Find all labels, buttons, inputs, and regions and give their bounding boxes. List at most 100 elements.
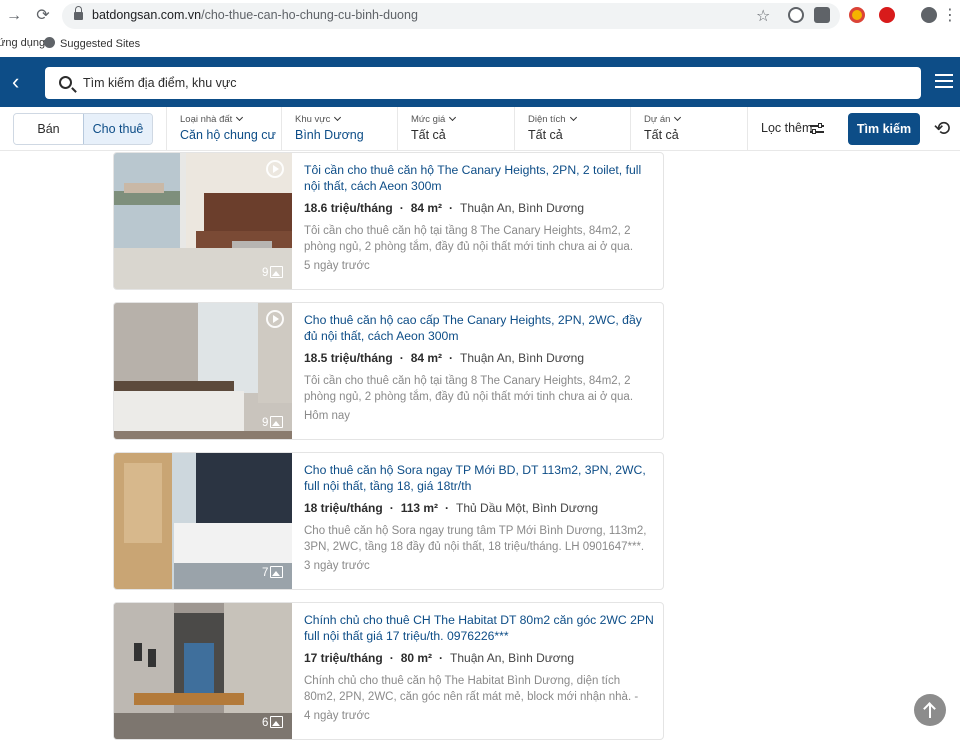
filter-value: Tất cả: [528, 128, 563, 142]
more-filters-button[interactable]: Lọc thêm: [747, 107, 835, 151]
chevron-down-icon: [449, 113, 457, 122]
listing-info: Chính chủ cho thuê CH The Habitat DT 80m…: [304, 603, 654, 739]
site-header: ‹: [0, 57, 960, 107]
filter-label: Diện tích: [528, 113, 577, 125]
photo-icon: [270, 716, 284, 728]
scroll-to-top-button[interactable]: [914, 694, 946, 726]
listing-description: Chính chủ cho thuê căn hộ The Habitat Bì…: [304, 675, 639, 703]
listing-photo[interactable]: 7: [114, 453, 292, 589]
separator-dot: ·: [449, 201, 454, 215]
transaction-type-toggle: Bán Cho thuê: [13, 113, 153, 145]
lock-icon: [74, 6, 83, 20]
listing-info: Tôi cần cho thuê căn hộ The Canary Heigh…: [304, 153, 654, 289]
more-filters-label: Lọc thêm: [761, 121, 813, 135]
color-extension-icon[interactable]: [849, 7, 865, 23]
listing-area: 80 m²: [400, 651, 433, 665]
photo-count: 7: [262, 566, 284, 579]
listing-price: 17 triệu/tháng: [304, 651, 383, 665]
shield-extension-icon[interactable]: [788, 7, 804, 23]
address-bar[interactable]: batdongsan.com.vn/cho-thue-can-ho-chung-…: [62, 3, 840, 29]
bookmark-label: Suggested Sites: [60, 38, 141, 50]
listing-area: 84 m²: [410, 201, 443, 215]
listing-info: Cho thuê căn hộ Sora ngay TP Mới BD, DT …: [304, 453, 654, 589]
search-box[interactable]: [45, 67, 921, 99]
browser-chrome: → ⟳ batdongsan.com.vn/cho-thue-can-ho-ch…: [0, 0, 960, 57]
bookmark-apps[interactable]: ứng dụng: [0, 37, 45, 49]
separator-dot: ·: [449, 351, 454, 365]
photo-icon: [270, 416, 284, 428]
listing-description: Tôi cần cho thuê căn hộ tại tầng 8 The C…: [304, 375, 634, 403]
listing-title[interactable]: Cho thuê căn hộ cao cấp The Canary Heigh…: [304, 312, 656, 344]
photo-count: 9: [262, 416, 284, 429]
separator-dot: ·: [445, 501, 450, 515]
listing-meta: 18 triệu/tháng · 113 m² · Thủ Dầu Một, Bình …: [304, 501, 598, 515]
url-path: /cho-thue-can-ho-chung-cu-binh-duong: [201, 8, 418, 22]
bookmark-star-icon[interactable]: ☆: [756, 6, 770, 26]
listing-location: Thuận An, Bình Dương: [450, 651, 575, 665]
listing-date: 3 ngày trước: [304, 560, 370, 572]
listing-date: 4 ngày trước: [304, 710, 370, 722]
video-play-icon: [266, 310, 284, 328]
search-button[interactable]: Tìm kiếm: [848, 113, 920, 145]
reload-icon[interactable]: ⟳: [33, 6, 53, 26]
listing-title[interactable]: Cho thuê căn hộ Sora ngay TP Mới BD, DT …: [304, 462, 656, 494]
bookmark-suggested-sites[interactable]: Suggested Sites: [44, 37, 140, 50]
listing-meta: 17 triệu/tháng · 80 m² · Thuận An, Bình Dươn…: [304, 651, 574, 665]
listing-price: 18.6 triệu/tháng: [304, 201, 393, 215]
forward-icon[interactable]: →: [4, 6, 24, 26]
listing-card[interactable]: 6 Chính chủ cho thuê CH The Habitat DT 8…: [113, 602, 664, 740]
listing-description: Tôi cần cho thuê căn hộ tại tầng 8 The C…: [304, 225, 634, 253]
filter-label: Mức giá: [411, 113, 457, 125]
separator-dot: ·: [389, 651, 394, 665]
filter-value: Căn hộ chung cư: [180, 128, 276, 142]
listing-card[interactable]: 9 Tôi cần cho thuê căn hộ The Canary Hei…: [113, 152, 664, 290]
tab-cho-thue[interactable]: Cho thuê: [83, 114, 152, 144]
listing-description: Cho thuê căn hộ Sora ngay trung tâm TP M…: [304, 525, 647, 553]
search-input[interactable]: [83, 73, 903, 93]
chevron-down-icon: [674, 113, 682, 122]
separator-dot: ·: [439, 651, 444, 665]
listing-price: 18.5 triệu/tháng: [304, 351, 393, 365]
chevron-down-icon: [236, 113, 244, 122]
listing-photo[interactable]: 9: [114, 153, 292, 289]
profile-avatar-icon[interactable]: [921, 7, 937, 23]
listing-info: Cho thuê căn hộ cao cấp The Canary Heigh…: [304, 303, 654, 439]
listing-date: Hôm nay: [304, 410, 351, 422]
photo-count: 9: [262, 266, 284, 279]
listing-area: 113 m²: [400, 501, 439, 515]
listing-date: 5 ngày trước: [304, 260, 370, 272]
listing-photo[interactable]: 9: [114, 303, 292, 439]
listing-card[interactable]: 7 Cho thuê căn hộ Sora ngay TP Mới BD, D…: [113, 452, 664, 590]
back-arrow-icon[interactable]: ‹: [12, 69, 34, 95]
more-menu-icon[interactable]: ⋮: [940, 6, 960, 26]
filter-bar: Bán Cho thuê Loại nhà đất Căn hộ chung c…: [0, 107, 960, 151]
separator-dot: ·: [399, 351, 404, 365]
listing-title[interactable]: Tôi cần cho thuê căn hộ The Canary Heigh…: [304, 162, 656, 194]
url-text: batdongsan.com.vn/cho-thue-can-ho-chung-…: [92, 8, 418, 22]
photo-icon: [270, 266, 284, 278]
tune-icon: [810, 123, 824, 134]
hamburger-menu-icon[interactable]: [935, 74, 953, 88]
filter-area-region[interactable]: Khu vực Bình Dương: [281, 107, 397, 151]
refresh-icon[interactable]: ⟲: [932, 119, 952, 139]
separator-dot: ·: [389, 501, 394, 515]
globe-icon: [44, 37, 55, 48]
filter-size[interactable]: Diện tích Tất cả: [514, 107, 630, 151]
filter-value: Bình Dương: [295, 128, 364, 142]
listing-title[interactable]: Chính chủ cho thuê CH The Habitat DT 80m…: [304, 612, 656, 644]
chevron-down-icon: [334, 113, 342, 122]
listing-card[interactable]: 9 Cho thuê căn hộ cao cấp The Canary Hei…: [113, 302, 664, 440]
listing-list: 9 Tôi cần cho thuê căn hộ The Canary Hei…: [0, 152, 960, 751]
filter-price[interactable]: Mức giá Tất cả: [397, 107, 514, 151]
filter-property-type[interactable]: Loại nhà đất Căn hộ chung cư: [166, 107, 281, 151]
photo-icon: [270, 566, 284, 578]
tab-ban[interactable]: Bán: [14, 114, 83, 144]
filter-label: Khu vực: [295, 113, 342, 125]
opera-extension-icon[interactable]: [879, 7, 895, 23]
download-extension-icon[interactable]: [814, 7, 830, 23]
separator-dot: ·: [399, 201, 404, 215]
listing-photo[interactable]: 6: [114, 603, 292, 739]
chevron-down-icon: [569, 113, 577, 122]
filter-value: Tất cả: [644, 128, 679, 142]
filter-project[interactable]: Dự án Tất cả: [630, 107, 747, 151]
